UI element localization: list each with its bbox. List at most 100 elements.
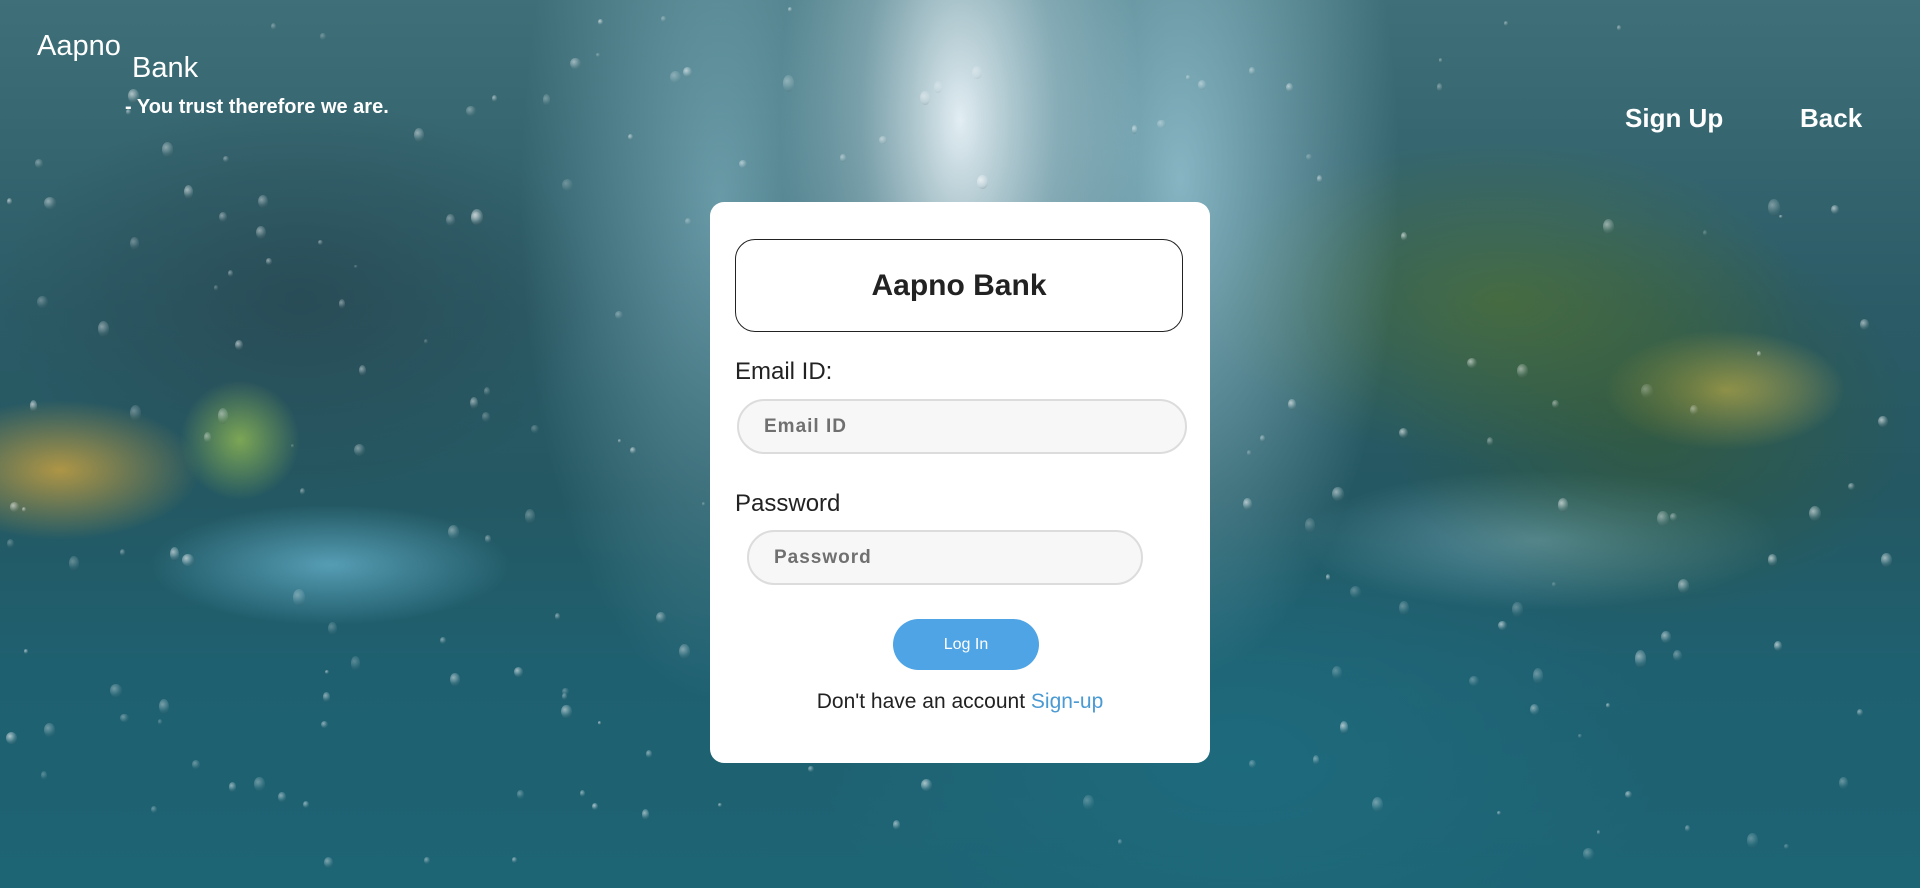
raindrop (684, 218, 691, 225)
raindrop (1288, 398, 1296, 411)
raindrop (977, 174, 988, 190)
raindrop (513, 666, 524, 678)
raindrop (223, 155, 230, 162)
raindrop (37, 295, 48, 309)
no-account-text: Don't have an account (816, 690, 1026, 713)
raindrop (324, 669, 329, 674)
brand-tagline: - You trust therefore we are. (125, 96, 389, 118)
password-label: Password (735, 490, 841, 517)
raindrop (258, 194, 269, 209)
raindrop (470, 396, 479, 409)
raindrop (1285, 82, 1293, 93)
raindrop (278, 791, 286, 802)
raindrop (424, 339, 429, 345)
raindrop (739, 159, 747, 168)
raindrop (445, 214, 455, 227)
card-title-box: Aapno Bank (735, 239, 1183, 332)
raindrop (129, 237, 139, 250)
raindrop (1512, 602, 1523, 618)
raindrop (7, 539, 15, 549)
raindrop (44, 723, 55, 737)
raindrop (570, 57, 581, 69)
raindrop (1757, 351, 1761, 357)
raindrop (1702, 230, 1707, 237)
raindrop (1602, 219, 1615, 235)
password-input[interactable] (747, 530, 1143, 585)
raindrop (481, 412, 491, 422)
raindrop (787, 7, 792, 13)
signup-link[interactable]: Sign-up (1031, 690, 1103, 713)
raindrop (219, 212, 227, 223)
raindrop (1467, 357, 1478, 368)
raindrop (1690, 404, 1699, 416)
raindrop (1249, 760, 1256, 769)
raindrop (270, 23, 277, 31)
raindrop (323, 857, 333, 869)
raindrop (1316, 175, 1322, 183)
card-title: Aapno Bank (871, 268, 1047, 302)
nav-back-link[interactable]: Back (1800, 103, 1862, 134)
raindrop (483, 387, 491, 397)
raindrop (214, 285, 219, 291)
raindrop (1657, 511, 1670, 527)
raindrop (1157, 119, 1166, 129)
raindrop (531, 424, 539, 433)
raindrop (1305, 153, 1312, 161)
raindrop (1530, 704, 1540, 715)
raindrop (782, 74, 795, 92)
raindrop (227, 270, 233, 277)
raindrop (555, 612, 560, 620)
nav-signup-link[interactable]: Sign Up (1625, 103, 1723, 134)
raindrop (661, 15, 666, 23)
raindrop (450, 672, 460, 686)
raindrop (424, 856, 430, 865)
raindrop (1605, 703, 1610, 708)
raindrop (1185, 75, 1191, 80)
raindrop (323, 692, 330, 702)
raindrop (1246, 450, 1251, 456)
raindrop (1340, 721, 1349, 734)
raindrop (561, 704, 572, 719)
raindrop (1325, 574, 1331, 581)
raindrop (1634, 650, 1647, 669)
raindrop (414, 127, 424, 142)
raindrop (21, 506, 26, 512)
login-button[interactable]: Log In (893, 619, 1039, 670)
raindrop (1672, 649, 1682, 661)
raindrop (6, 197, 12, 206)
raindrop (1685, 824, 1691, 832)
raindrop (492, 95, 497, 102)
raindrop (1624, 791, 1632, 799)
raindrop (228, 782, 237, 792)
raindrop (119, 548, 126, 557)
raindrop (1552, 400, 1559, 409)
raindrop (440, 637, 446, 644)
raindrop (292, 588, 305, 606)
raindrop (1784, 843, 1789, 849)
raindrop (235, 339, 244, 351)
raindrop (466, 106, 476, 116)
raindrop (1767, 554, 1778, 566)
raindrop (109, 683, 122, 698)
raindrop (353, 443, 365, 456)
raindrop (627, 133, 633, 141)
raindrop (157, 718, 162, 726)
raindrop (321, 720, 329, 729)
email-input[interactable] (737, 399, 1187, 454)
raindrop (1677, 579, 1690, 593)
raindrop (1551, 582, 1557, 587)
raindrop (1848, 482, 1856, 491)
raindrop (879, 136, 888, 145)
raindrop (1438, 58, 1443, 63)
raindrop (1117, 839, 1122, 846)
raindrop (1578, 733, 1582, 738)
signup-prompt: Don't have an account Sign-up (710, 690, 1210, 714)
raindrop (1498, 620, 1508, 631)
raindrop (1497, 810, 1502, 816)
raindrop (183, 184, 193, 199)
raindrop (840, 153, 846, 163)
raindrop (920, 778, 933, 792)
raindrop (1517, 364, 1528, 379)
raindrop (933, 80, 942, 93)
raindrop (1131, 124, 1138, 134)
